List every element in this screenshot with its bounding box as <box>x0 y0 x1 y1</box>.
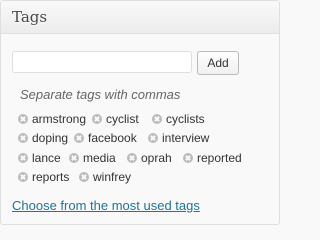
tag-item: oprah <box>127 150 172 166</box>
tag-label: armstrong <box>32 112 87 126</box>
tag-item: cyclist <box>92 111 139 127</box>
tag-item: lance <box>18 150 61 166</box>
tag-label: interview <box>162 131 210 145</box>
tag-item: doping <box>18 130 68 146</box>
remove-tag-icon[interactable] <box>18 133 28 143</box>
remove-tag-icon[interactable] <box>183 153 193 163</box>
tag-label: doping <box>32 131 69 145</box>
remove-tag-icon[interactable] <box>127 153 137 163</box>
remove-tag-icon[interactable] <box>148 133 158 143</box>
tag-item: media <box>69 150 116 166</box>
remove-tag-icon[interactable] <box>152 114 162 124</box>
tags-panel-header[interactable]: Tags <box>1 1 279 34</box>
remove-tag-icon[interactable] <box>79 172 89 182</box>
tag-item: cyclists <box>152 111 205 127</box>
remove-tag-icon[interactable] <box>74 133 84 143</box>
remove-tag-icon[interactable] <box>18 153 28 163</box>
tag-label: facebook <box>88 131 137 145</box>
new-tag-input[interactable] <box>12 51 192 73</box>
remove-tag-icon[interactable] <box>18 114 28 124</box>
add-tag-button[interactable]: Add <box>197 51 239 75</box>
tag-item: reports <box>18 169 69 185</box>
tags-panel: Tags Add Separate tags with commas armst… <box>0 0 280 225</box>
tag-label: reports <box>32 170 70 184</box>
tag-item: reported <box>183 150 242 166</box>
tag-item: armstrong <box>18 111 86 127</box>
tag-label: cyclists <box>166 112 205 126</box>
tag-label: winfrey <box>93 170 132 184</box>
remove-tag-icon[interactable] <box>92 114 102 124</box>
tag-item: facebook <box>74 130 137 146</box>
remove-tag-icon[interactable] <box>18 172 28 182</box>
tag-label: media <box>83 151 116 165</box>
panel-title: Tags <box>12 8 48 26</box>
tag-label: cyclist <box>106 112 139 126</box>
tag-label: reported <box>197 151 242 165</box>
remove-tag-icon[interactable] <box>69 153 79 163</box>
tag-label: oprah <box>141 151 172 165</box>
tag-hint: Separate tags with commas <box>20 87 181 102</box>
tag-item: interview <box>148 130 209 146</box>
tag-label: lance <box>32 151 61 165</box>
tag-item: winfrey <box>79 169 131 185</box>
most-used-tags-link[interactable]: Choose from the most used tags <box>12 198 200 213</box>
